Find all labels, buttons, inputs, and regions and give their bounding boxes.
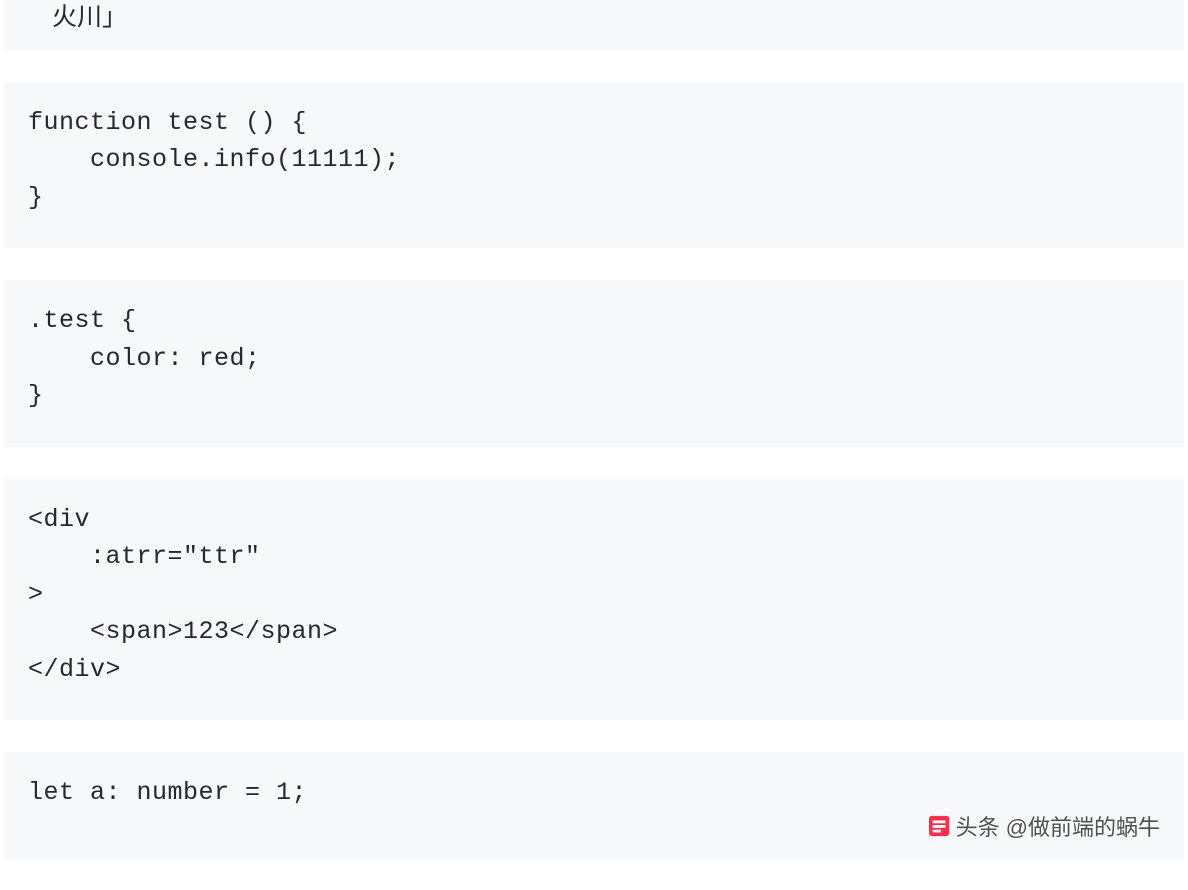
- code-block-js: function test () { console.info(11111); …: [4, 82, 1184, 249]
- page-root: 火川」 function test () { console.info(1111…: [0, 0, 1188, 860]
- code-block-css: .test { color: red; }: [4, 280, 1184, 447]
- code-block-ts: let a: number = 1;: [4, 752, 1184, 860]
- cutoff-fragment-top: 火川」: [4, 0, 1184, 50]
- code-block-html: <div :atrr="ttr" > <span>123</span> </di…: [4, 479, 1184, 721]
